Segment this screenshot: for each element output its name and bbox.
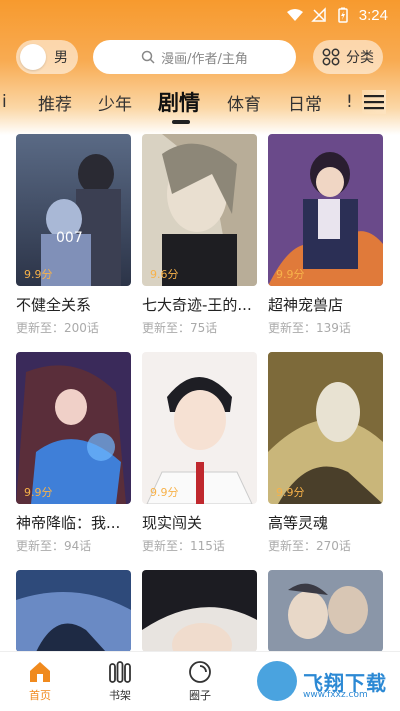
nav-bookshelf-label: 书架 (109, 689, 131, 702)
gender-label: 男 (54, 50, 68, 66)
watermark-logo-icon (257, 661, 297, 701)
header-row: 男 漫画/作者/主角 分类 (0, 40, 400, 74)
nav-home[interactable]: 首页 (10, 660, 70, 703)
menu-icon[interactable] (362, 90, 386, 114)
comic-title: 现实闯关 (142, 514, 203, 532)
nav-circle-label: 圈子 (189, 689, 211, 702)
nav-home-label: 首页 (29, 689, 51, 702)
category-tabs: i 推荐 少年 剧情 体育 日常 ! (0, 84, 400, 124)
comic-cover: 9.6分 (142, 134, 257, 286)
comic-update: 更新至：139话 (268, 321, 351, 335)
no-signal-icon (310, 7, 326, 22)
comic-cover: 007 9.9分 (16, 134, 131, 286)
wifi-icon (286, 9, 303, 21)
comic-card[interactable]: 9.9分 神帝降临：我... 更新至：94话 (16, 352, 131, 554)
circle-icon (189, 661, 211, 683)
comic-cover (268, 570, 383, 652)
nav-circle[interactable]: 圈子 (170, 660, 230, 703)
comic-card[interactable]: 9.6分 七大奇迹-王的... 更新至：75话 (142, 134, 257, 336)
comic-update: 更新至：270话 (268, 539, 351, 553)
comic-card[interactable]: 9.9分 高等灵魂 更新至：270话 (268, 352, 383, 554)
rating-badge: 9.6分 (150, 268, 179, 281)
comic-cover (16, 570, 131, 652)
category-grid-icon (322, 48, 340, 66)
comic-card[interactable]: 9.9分 超神宠兽店 更新至：139话 (268, 134, 383, 336)
category-label: 分类 (346, 50, 374, 66)
nav-bookshelf[interactable]: 书架 (90, 660, 150, 703)
toggle-knob (20, 44, 46, 70)
bookshelf-icon (109, 661, 131, 683)
watermark-url: www.fxxz.com (303, 690, 368, 700)
comic-card[interactable] (142, 570, 257, 652)
rating-badge: 9.9分 (24, 268, 53, 281)
comic-title: 高等灵魂 (268, 514, 329, 532)
rating-badge: 9.9分 (276, 268, 305, 281)
comic-cover: 9.9分 (16, 352, 131, 504)
status-time: 3:24 (358, 6, 388, 24)
comic-title: 不健全关系 (16, 296, 92, 314)
search-input[interactable]: 漫画/作者/主角 (93, 40, 296, 74)
category-button[interactable]: 分类 (313, 40, 383, 74)
comic-card[interactable] (268, 570, 383, 652)
tab-recommend[interactable]: 推荐 (38, 84, 72, 120)
tab-partial-right[interactable]: ! (346, 84, 353, 120)
comic-card[interactable] (16, 570, 131, 652)
comic-card[interactable]: 9.9分 现实闯关 更新至：115话 (142, 352, 257, 554)
tab-youth[interactable]: 少年 (98, 84, 132, 120)
search-placeholder: 漫画/作者/主角 (161, 51, 248, 67)
tab-daily[interactable]: 日常 (288, 84, 322, 120)
tab-indicator (172, 120, 190, 124)
rating-badge: 9.9分 (150, 486, 179, 499)
comic-update: 更新至：94话 (16, 539, 92, 553)
battery-icon (338, 7, 348, 23)
rating-badge: 9.9分 (276, 486, 305, 499)
gender-toggle[interactable]: 男 (16, 40, 78, 74)
svg-text:007: 007 (56, 230, 83, 246)
comic-card[interactable]: 007 9.9分 不健全关系 更新至：200话 (16, 134, 131, 336)
tab-sports[interactable]: 体育 (227, 84, 261, 120)
comic-update: 更新至：200话 (16, 321, 99, 335)
comic-title: 七大奇迹-王的... (142, 296, 252, 314)
comic-update: 更新至：115话 (142, 539, 225, 553)
comic-title: 神帝降临：我... (16, 514, 121, 532)
comic-update: 更新至：75话 (142, 321, 218, 335)
comic-title: 超神宠兽店 (268, 296, 344, 314)
tab-drama[interactable]: 剧情 (158, 84, 200, 120)
comic-cover: 9.9分 (268, 134, 383, 286)
search-icon (141, 50, 155, 64)
tab-partial-left[interactable]: i (2, 84, 7, 120)
status-bar: 3:24 (0, 0, 400, 30)
home-icon (30, 662, 50, 682)
comic-cover: 9.9分 (268, 352, 383, 504)
watermark: 飞翔下载 www.fxxz.com (255, 656, 395, 706)
comic-cover: 9.9分 (142, 352, 257, 504)
comic-cover (142, 570, 257, 652)
rating-badge: 9.9分 (24, 486, 53, 499)
